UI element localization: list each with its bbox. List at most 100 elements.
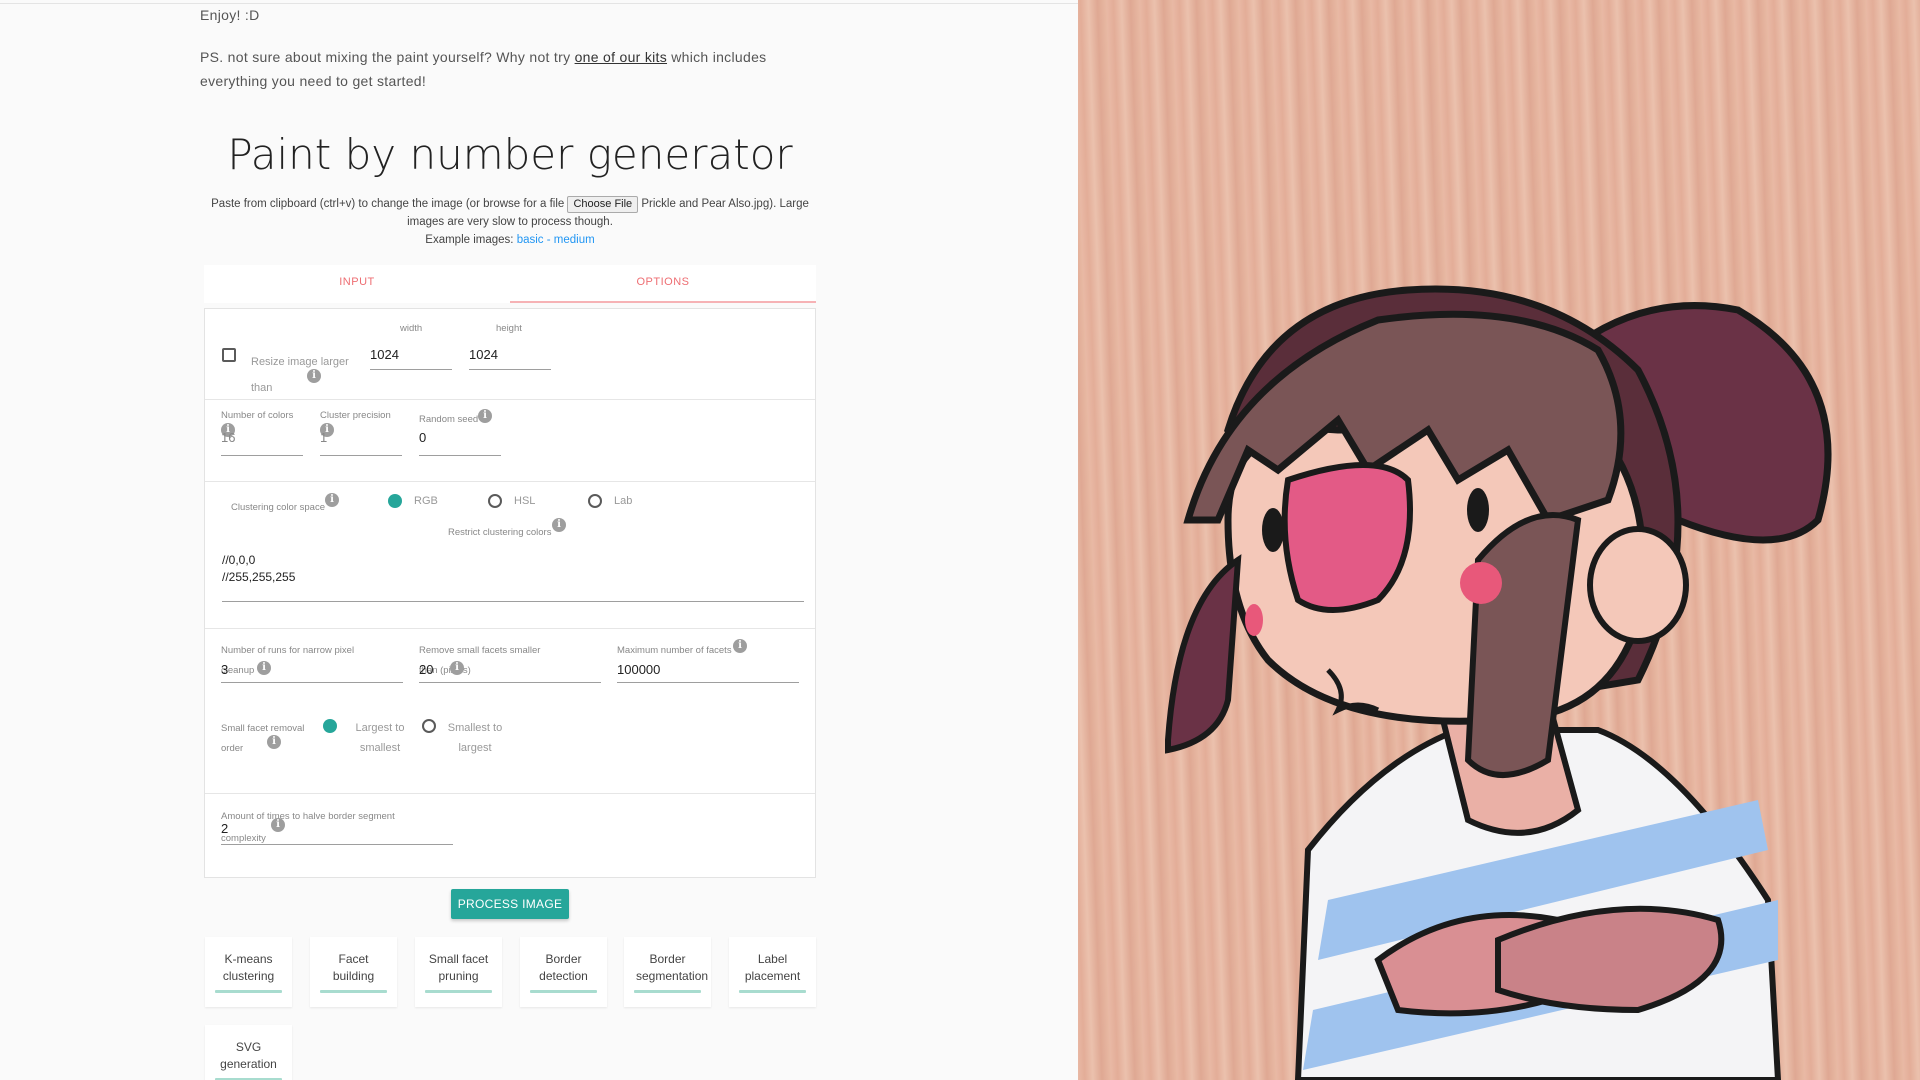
step-label: Border segmentation: [636, 952, 709, 983]
narrow-runs-label: Number of runs for narrow pixel cleanup: [221, 645, 355, 676]
info-icon[interactable]: i: [478, 409, 492, 423]
cartoon-girl-illustration: [1165, 285, 1832, 1080]
removal-order-label: Small facet removal order: [221, 723, 305, 754]
facets-section: Number of runs for narrow pixel cleanup …: [205, 629, 815, 794]
tab-options[interactable]: OPTIONS: [510, 265, 816, 303]
paste-instructions: Paste from clipboard (ctrl+v) to change …: [200, 195, 820, 249]
small-facets-label: Remove small facets smaller than (pixels…: [419, 645, 541, 676]
divider: [0, 3, 1078, 4]
screen: Enjoy! :D PS. not sure about mixing the …: [0, 0, 1920, 1080]
step-card: K-means clustering: [205, 937, 292, 1007]
example-basic-link[interactable]: basic: [517, 234, 544, 246]
halve-border-input[interactable]: 2: [221, 821, 228, 836]
options-panel: Resize image larger than i width 1024 he…: [204, 308, 816, 878]
small-facets-underline: [419, 682, 601, 683]
radio-rgb[interactable]: [388, 494, 402, 508]
blush-cheek: [1245, 604, 1263, 636]
web-page: Enjoy! :D PS. not sure about mixing the …: [0, 0, 1078, 1080]
cluster-precision-input[interactable]: 1: [320, 430, 327, 445]
restrict-label: Restrict clustering colors: [448, 527, 552, 538]
num-colors-underline: [221, 455, 303, 456]
kits-link[interactable]: one of our kits: [575, 49, 667, 65]
small-facets-input[interactable]: 20: [419, 662, 433, 677]
eye-patch: [1281, 462, 1413, 613]
max-facets-label: Maximum number of facets: [617, 645, 732, 656]
page-title: Paint by number generator: [227, 130, 793, 179]
num-colors-label: Number of colors: [221, 410, 294, 421]
color-space-section: Clustering color space i RGB HSL Lab Res…: [205, 482, 815, 629]
examples-label: Example images:: [425, 234, 514, 246]
eye-right: [1467, 488, 1489, 532]
narrow-runs-input[interactable]: 3: [221, 662, 228, 677]
example-medium-link[interactable]: medium: [554, 234, 595, 246]
radio-hsl-label: HSL: [514, 495, 536, 507]
random-seed-label: Random seed: [419, 414, 479, 425]
choose-file-button[interactable]: Choose File: [567, 196, 639, 213]
info-icon[interactable]: i: [733, 639, 747, 653]
radio-lab[interactable]: [588, 494, 602, 508]
max-facets-underline: [617, 682, 799, 683]
info-icon[interactable]: i: [267, 735, 281, 749]
width-underline: [370, 369, 452, 370]
restrict-line: //255,255,255: [222, 570, 296, 584]
step-label: Label placement: [744, 952, 801, 983]
ps-after: which includes: [667, 49, 767, 65]
step-progress-bar: [739, 990, 806, 993]
width-input[interactable]: 1024: [370, 347, 399, 362]
ps-paragraph: PS. not sure about mixing the paint your…: [200, 45, 840, 93]
step-label: Facet building: [332, 952, 375, 983]
random-seed-underline: [419, 455, 501, 456]
step-progress-bar: [634, 990, 701, 993]
enjoy-text: Enjoy! :D: [200, 7, 260, 23]
info-icon[interactable]: i: [552, 518, 566, 532]
resize-checkbox[interactable]: [222, 348, 236, 362]
step-card: Border detection: [520, 937, 607, 1007]
ps-text: PS. not sure about mixing the paint your…: [200, 49, 575, 65]
width-label: width: [400, 323, 423, 334]
ps-line2: everything you need to get started!: [200, 73, 427, 89]
info-icon[interactable]: i: [307, 369, 321, 383]
radio-hsl[interactable]: [488, 494, 502, 508]
info-icon[interactable]: i: [450, 661, 464, 675]
radio-smallest-to-largest[interactable]: [422, 719, 436, 733]
step-card: Facet building: [310, 937, 397, 1007]
radio-lab-label: Lab: [614, 495, 633, 507]
height-label: height: [496, 323, 522, 334]
tab-bar: INPUT OPTIONS: [204, 265, 816, 303]
step-label: Border detection: [539, 952, 588, 983]
step-progress-bar: [425, 990, 492, 993]
color-space-label: Clustering color space: [231, 502, 325, 513]
step-progress-bar: [320, 990, 387, 993]
resize-label: Resize image larger than: [251, 356, 349, 394]
restrict-line: //0,0,0: [222, 553, 256, 567]
num-colors-input[interactable]: 16: [221, 430, 235, 445]
blush-cheek: [1460, 562, 1502, 604]
step-card: Border segmentation: [624, 937, 711, 1007]
max-facets-input[interactable]: 100000: [617, 662, 660, 677]
cluster-precision-underline: [320, 455, 402, 456]
radio-smallest-label: Smallest to largest: [447, 722, 503, 754]
process-image-button[interactable]: PROCESS IMAGE: [451, 889, 569, 919]
random-seed-input[interactable]: 0: [419, 430, 426, 445]
tab-input[interactable]: INPUT: [204, 265, 510, 303]
step-card: Label placement: [729, 937, 816, 1007]
radio-largest-to-smallest[interactable]: [323, 719, 337, 733]
step-progress-bar: [530, 990, 597, 993]
height-underline: [469, 369, 551, 370]
info-icon[interactable]: i: [325, 493, 339, 507]
step-card: Small facet pruning: [415, 937, 502, 1007]
eye-left: [1262, 508, 1284, 552]
step-label: SVG generation: [220, 1040, 277, 1071]
example-separator: -: [543, 234, 554, 246]
ear-shape: [1587, 526, 1689, 644]
hair-side: [1165, 554, 1242, 754]
narrow-runs-underline: [221, 682, 403, 683]
info-icon[interactable]: i: [271, 818, 285, 832]
height-input[interactable]: 1024: [469, 347, 498, 362]
step-label: Small facet pruning: [428, 952, 489, 983]
radio-largest-label: Largest to smallest: [355, 722, 405, 754]
restrict-textarea[interactable]: //0,0,0 //255,255,255: [222, 552, 295, 586]
info-icon[interactable]: i: [257, 661, 271, 675]
paste-before: Paste from clipboard (ctrl+v) to change …: [211, 198, 568, 210]
radio-rgb-label: RGB: [414, 495, 438, 507]
